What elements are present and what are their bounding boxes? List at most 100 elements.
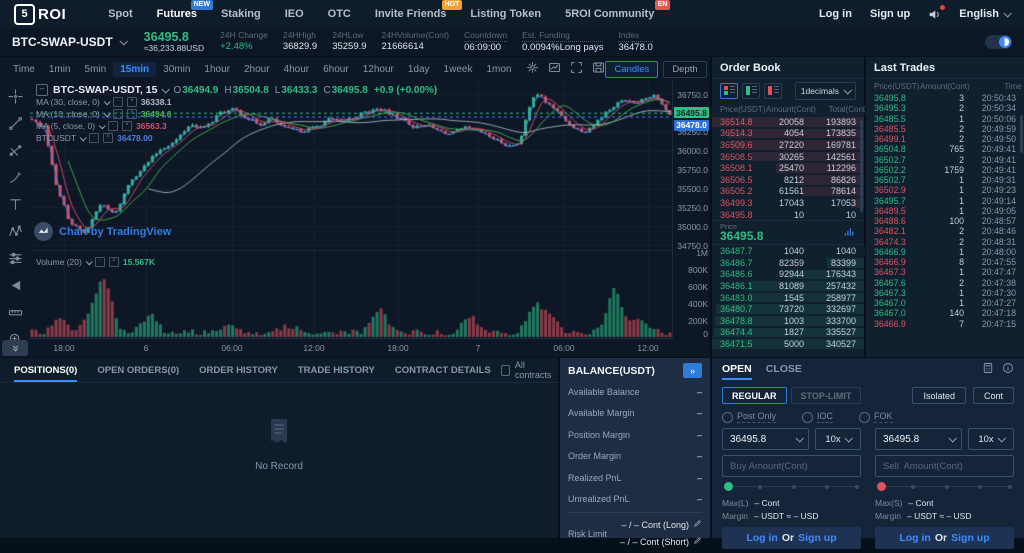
order-book-bid-row[interactable]: 36474.41827335527 <box>712 327 864 339</box>
order-book-ask-row[interactable]: 36505.26156178614 <box>712 186 864 198</box>
indicator-remove-icon[interactable]: × <box>103 133 113 143</box>
balance-expand-button[interactable]: » <box>683 363 702 378</box>
indicator-settings-icon[interactable]: ◦ <box>113 97 123 107</box>
interval-30min[interactable]: 30min <box>156 62 197 77</box>
tab-close[interactable]: CLOSE <box>766 358 802 380</box>
text-icon[interactable] <box>8 197 23 215</box>
tif-option-fok[interactable]: FOK <box>859 411 893 423</box>
indicator-label[interactable]: MA (30, close, 0) <box>36 97 100 107</box>
indicator-remove-icon[interactable]: × <box>109 257 119 267</box>
indicator-settings-icon[interactable]: ◦ <box>108 121 118 131</box>
signup-link[interactable]: Sign up <box>870 8 910 20</box>
sell-leverage-select[interactable]: 10x <box>968 428 1014 450</box>
interval-1hour[interactable]: 1hour <box>197 62 237 77</box>
forecast-icon[interactable] <box>8 251 23 269</box>
margin-mode-button[interactable]: Isolated <box>912 387 966 404</box>
nav-item-invite-friends[interactable]: Invite FriendsHOT <box>363 8 459 20</box>
order-book-ask-row[interactable]: 36499.31704317053 <box>712 197 864 209</box>
tab-open[interactable]: OPEN <box>722 358 752 380</box>
order-book-bid-row[interactable]: 36486.692944176343 <box>712 269 864 281</box>
nav-item-staking[interactable]: Staking <box>209 8 273 20</box>
order-book-ask-row[interactable]: 36506.5821286826 <box>712 174 864 186</box>
scrollbar[interactable] <box>1020 115 1023 153</box>
ruler-icon[interactable] <box>8 305 23 323</box>
pattern-icon[interactable] <box>8 224 23 242</box>
book-mode-bids-icon[interactable] <box>742 83 760 99</box>
edit-icon[interactable] <box>693 537 702 547</box>
legend-symbol[interactable]: BTC-SWAP-USDT, 15 <box>53 84 157 96</box>
indicator-label[interactable]: MA (10, close, 0) <box>36 109 100 119</box>
crosshair-icon[interactable] <box>8 89 23 107</box>
interval-4hour[interactable]: 4hour <box>277 62 317 77</box>
interval-1day[interactable]: 1day <box>401 62 437 77</box>
depth-bars-icon[interactable] <box>843 225 856 241</box>
indicator-settings-icon[interactable]: ◦ <box>89 133 99 143</box>
announcement-speaker-icon[interactable] <box>928 8 941 21</box>
pitchfork-icon[interactable] <box>8 143 23 161</box>
toolbar-collapse-button[interactable] <box>2 340 28 356</box>
all-contracts-checkbox[interactable] <box>501 365 510 376</box>
trendline-icon[interactable] <box>8 116 23 134</box>
buy-amount-input[interactable] <box>723 456 860 476</box>
language-selector[interactable]: English <box>959 8 1010 20</box>
tab-open-orders-0-[interactable]: OPEN ORDERS(0) <box>87 358 189 382</box>
price-axis[interactable]: 36750.036250.036000.035750.035500.035250… <box>672 81 711 338</box>
symbol-selector[interactable]: BTC-SWAP-USDT <box>12 35 126 49</box>
interval-1min[interactable]: 1min <box>42 62 78 77</box>
logo[interactable]: 5 ROI <box>14 4 66 25</box>
candles-view-button[interactable]: Candles <box>605 61 658 78</box>
decimals-dropdown[interactable]: 1decimals <box>795 82 856 100</box>
interval-2hour[interactable]: 2hour <box>237 62 277 77</box>
order-type-regular[interactable]: REGULAR <box>722 387 787 404</box>
tab-order-history[interactable]: ORDER HISTORY <box>189 358 288 382</box>
interval-time[interactable]: Time <box>6 62 42 77</box>
arrow-mark-icon[interactable] <box>8 278 23 296</box>
fullscreen-icon[interactable] <box>570 61 583 77</box>
sell-amount-input[interactable] <box>876 456 1013 476</box>
order-book-bid-row[interactable]: 36471.55000340527 <box>712 338 864 350</box>
indicator-remove-icon[interactable]: × <box>127 109 137 119</box>
interval-15min[interactable]: 15min <box>113 62 156 77</box>
depth-view-button[interactable]: Depth <box>663 61 706 78</box>
theme-toggle[interactable] <box>985 35 1012 49</box>
buy-leverage-select[interactable]: 10x <box>815 428 861 450</box>
scrollbar[interactable] <box>860 120 863 212</box>
brush-icon[interactable] <box>8 170 23 188</box>
nav-item-ieo[interactable]: IEO <box>273 8 316 20</box>
order-book-bid-row[interactable]: 36478.81003333700 <box>712 315 864 327</box>
order-book-ask-row[interactable]: 36509.627220169781 <box>712 139 864 151</box>
tab-positions-0-[interactable]: POSITIONS(0) <box>4 358 87 382</box>
edit-icon[interactable] <box>693 520 702 530</box>
interval-1week[interactable]: 1week <box>437 62 480 77</box>
order-book-ask-row[interactable]: 36495.81010 <box>712 209 864 221</box>
legend-hide-icon[interactable]: – <box>36 84 48 96</box>
time-axis[interactable]: 18:00606:0012:0018:00706:0012:00 <box>30 338 672 357</box>
tradingview-attribution[interactable]: Chart by TradingView <box>34 222 171 241</box>
indicator-settings-icon[interactable]: ◦ <box>95 257 105 267</box>
order-type-stop-limit[interactable]: STOP-LIMIT <box>791 387 862 404</box>
indicator-label[interactable]: BTCUSDT <box>36 133 76 143</box>
interval-1mon[interactable]: 1mon <box>479 62 518 77</box>
order-book-bid-row[interactable]: 36487.710401040 <box>712 245 864 257</box>
tab-trade-history[interactable]: TRADE HISTORY <box>288 358 385 382</box>
interval-12hour[interactable]: 12hour <box>356 62 401 77</box>
buy-slider-thumb[interactable] <box>724 482 733 491</box>
nav-item-otc[interactable]: OTC <box>316 8 363 20</box>
settings-icon[interactable] <box>526 61 539 77</box>
book-mode-asks-icon[interactable] <box>764 83 782 99</box>
order-book-ask-row[interactable]: 36514.820058193893 <box>712 116 864 128</box>
interval-5min[interactable]: 5min <box>78 62 114 77</box>
nav-item-spot[interactable]: Spot <box>96 8 144 20</box>
interval-6hour[interactable]: 6hour <box>316 62 356 77</box>
order-book-ask-row[interactable]: 36508.125470112296 <box>712 162 864 174</box>
indicator-settings-icon[interactable]: ◦ <box>113 109 123 119</box>
order-book-bid-row[interactable]: 36483.01545258977 <box>712 292 864 304</box>
order-book-ask-row[interactable]: 36508.530265142561 <box>712 151 864 163</box>
indicator-label[interactable]: MA (5, close, 0) <box>36 121 95 131</box>
nav-item-5roi-community[interactable]: 5ROI CommunityEN <box>553 8 666 20</box>
tif-option-post-only[interactable]: Post Only <box>722 411 776 423</box>
volume-label[interactable]: Volume (20) <box>36 257 82 267</box>
calculator-icon[interactable] <box>982 362 994 377</box>
info-icon[interactable] <box>1002 362 1014 377</box>
sell-slider-thumb[interactable] <box>877 482 886 491</box>
